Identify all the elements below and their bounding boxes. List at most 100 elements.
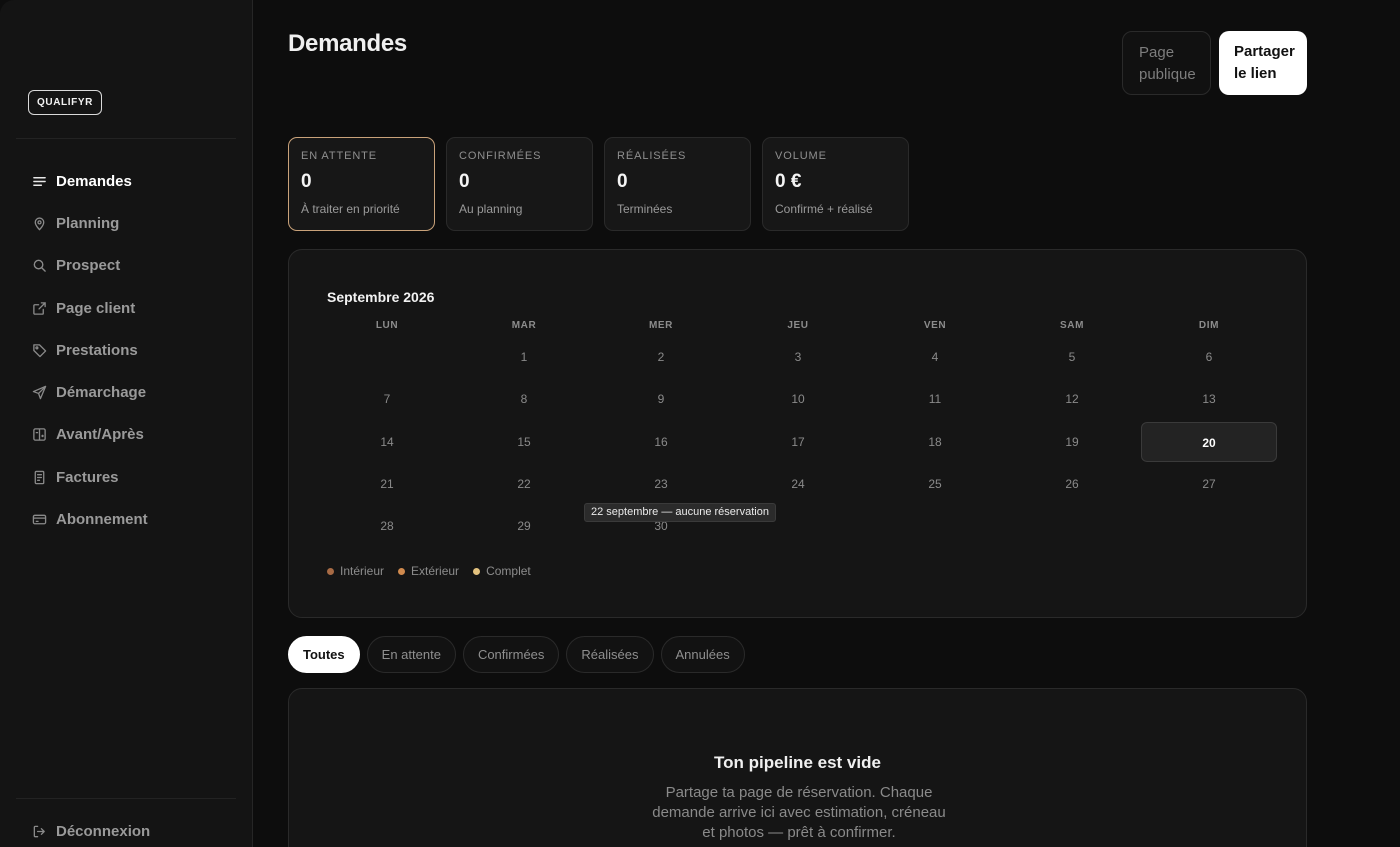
calendar-day[interactable]: 9 (593, 379, 729, 419)
legend-dot (473, 567, 481, 575)
calendar-legend: Intérieur Extérieur Complet (327, 564, 531, 578)
calendar-day[interactable]: 3 (730, 337, 866, 377)
calendar-day[interactable]: 6 (1141, 337, 1277, 377)
calendar-day[interactable]: 5 (1004, 337, 1140, 377)
calendar-day[interactable]: 10 (730, 379, 866, 419)
calendar-day[interactable]: 26 (1004, 464, 1140, 504)
stat-card-volume[interactable]: VOLUME 0 € Confirmé + réalisé (762, 137, 909, 231)
credit-card-icon (32, 512, 47, 527)
sidebar-item-prospect[interactable]: Prospect (0, 245, 252, 287)
sidebar-item-page-client[interactable]: Page client (0, 287, 252, 329)
map-pin-icon (32, 216, 47, 231)
calendar-day[interactable]: 17 (730, 422, 866, 462)
stat-value: 0 (617, 171, 628, 192)
legend-label: Extérieur (411, 564, 460, 578)
sidebar-item-factures[interactable]: Factures (0, 456, 252, 498)
before-after-icon (32, 427, 47, 442)
calendar-day[interactable]: 12 (1004, 379, 1140, 419)
stats-row: EN ATTENTE 0 À traiter en priorité CONFI… (288, 137, 909, 231)
weekday-header: VEN (923, 320, 947, 331)
sidebar-item-prestations[interactable]: Prestations (0, 329, 252, 371)
calendar-day[interactable]: 15 (456, 422, 592, 462)
calendar-day[interactable]: 1 (456, 337, 592, 377)
filter-completed[interactable]: Réalisées (566, 636, 654, 673)
weekday-header: JEU (787, 320, 809, 331)
stat-label: VOLUME (775, 150, 827, 162)
weekday-header: MAR (511, 320, 537, 331)
calendar-day-today[interactable]: 20 (1141, 421, 1277, 462)
filter-confirmed[interactable]: Confirmées (462, 636, 560, 673)
sidebar-item-abonnement[interactable]: Abonnement (0, 498, 252, 540)
filter-pending[interactable]: En attente (366, 636, 456, 673)
calendar-day[interactable]: 14 (319, 422, 455, 462)
stat-value: 0 (301, 171, 312, 192)
calendar-day[interactable]: 4 (867, 337, 1003, 377)
stat-card-pending[interactable]: EN ATTENTE 0 À traiter en priorité (288, 137, 435, 231)
public-page-button[interactable]: Page publique (1122, 31, 1211, 95)
share-label-line2: le lien (1234, 65, 1277, 82)
sidebar-item-avant-apres[interactable]: Avant/Après (0, 414, 252, 456)
tag-icon (32, 343, 47, 358)
logout-icon (32, 824, 47, 839)
legend-label: Intérieur (340, 564, 385, 578)
legend-dot (398, 567, 406, 575)
stat-caption: Au planning (459, 202, 523, 216)
stat-label: EN ATTENTE (301, 150, 378, 162)
share-label-line1: Partager (1234, 43, 1295, 60)
public-page-label-line1: Page (1139, 44, 1175, 61)
sidebar-item-label: Prospect (56, 257, 121, 275)
page-title: Demandes (288, 30, 407, 57)
legend-item-complet: Complet (473, 564, 531, 578)
stat-card-confirmed[interactable]: CONFIRMÉES 0 Au planning (446, 137, 593, 231)
stat-caption: Confirmé + réalisé (775, 202, 873, 216)
calendar-day[interactable]: 19 (1004, 422, 1140, 462)
legend-dot (327, 567, 334, 575)
calendar-day[interactable]: 2 (593, 337, 729, 377)
sidebar-item-label: Abonnement (56, 511, 148, 529)
sidebar-divider (16, 138, 236, 139)
sidebar-item-label: Avant/Après (56, 426, 144, 444)
sidebar-item-demarchage[interactable]: Démarchage (0, 371, 252, 413)
receipt-icon (32, 470, 47, 485)
calendar-panel: Septembre 2026 LUN MAR MER JEU VEN SAM DIM 1 2 3 4… (288, 249, 1307, 618)
logout-button[interactable]: Déconnexion (0, 810, 252, 847)
empty-state-text: Partage ta page de réservation. Chaque d… (652, 784, 946, 841)
calendar-day[interactable]: 18 (867, 422, 1003, 462)
calendar-day[interactable]: 13 (1141, 379, 1277, 419)
weekday-header: DIM (1198, 320, 1220, 331)
calendar-month-title: Septembre 2026 (327, 289, 435, 305)
legend-label: Complet (486, 564, 531, 578)
calendar-day[interactable]: 29 (456, 506, 592, 546)
calendar-day[interactable]: 7 (319, 379, 455, 419)
calendar-day[interactable]: 27 (1141, 464, 1277, 504)
legend-item-interieur: Intérieur (327, 564, 384, 578)
filter-all[interactable]: Toutes (288, 636, 360, 673)
sidebar-item-label: Planning (56, 214, 120, 232)
weekday-header: MER (648, 320, 674, 331)
calendar-day[interactable]: 24 (730, 464, 866, 504)
stat-label: RÉALISÉES (617, 150, 687, 162)
sidebar: QUALIFYR Demandes Planning Prospect Page… (0, 0, 253, 847)
stat-card-completed[interactable]: RÉALISÉES 0 Terminées (604, 137, 751, 231)
sidebar-item-label: Demandes (56, 172, 132, 190)
calendar-day[interactable]: 25 (867, 464, 1003, 504)
sidebar-item-planning[interactable]: Planning (0, 202, 252, 244)
brand-logo[interactable]: QUALIFYR (28, 90, 102, 115)
calendar-day[interactable]: 28 (319, 506, 455, 546)
calendar-day[interactable]: 21 (319, 464, 455, 504)
legend-item-exterieur: Extérieur (398, 564, 459, 578)
calendar-day[interactable]: 16 (593, 422, 729, 462)
send-icon (32, 385, 47, 400)
calendar-day[interactable]: 23 (593, 464, 729, 504)
filter-cancelled[interactable]: Annulées (660, 636, 745, 673)
weekday-header: LUN (375, 320, 399, 331)
share-link-button[interactable]: Partager le lien (1219, 31, 1307, 95)
sidebar-item-demandes[interactable]: Demandes (0, 160, 252, 202)
list-icon (32, 174, 47, 189)
calendar-day[interactable]: 22 (456, 464, 592, 504)
stat-label: CONFIRMÉES (459, 150, 542, 162)
sidebar-item-label: Factures (56, 468, 119, 486)
calendar-day[interactable]: 11 (867, 379, 1003, 419)
stat-caption: Terminées (617, 202, 673, 216)
calendar-day[interactable]: 8 (456, 379, 592, 419)
